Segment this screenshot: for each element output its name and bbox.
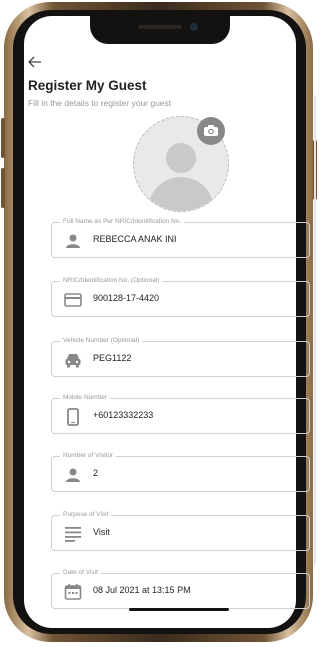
person-placeholder-icon: [166, 143, 196, 173]
person-placeholder-body: [148, 177, 214, 211]
full-name-label: Full Name as Per NRIC/Identification No.: [60, 217, 185, 227]
mobile-number-label: Mobile Number: [60, 393, 111, 403]
nric-value: 900128-17-4420: [93, 293, 160, 303]
nric-label: NRIC/Identification No. (Optional): [60, 276, 163, 286]
date-of-visit-field[interactable]: Date of Visit 08 Jul 2021 at 13:15 PM: [51, 568, 310, 609]
id-card-icon: [64, 293, 82, 307]
number-of-visitor-value: 2: [93, 468, 99, 478]
person-icon: [66, 234, 80, 248]
notes-icon: [65, 527, 81, 542]
back-icon[interactable]: [28, 55, 42, 72]
scrollbar[interactable]: [314, 95, 316, 565]
phone-notch: [90, 16, 230, 44]
full-name-field[interactable]: Full Name as Per NRIC/Identification No.…: [51, 217, 310, 258]
vehicle-number-field[interactable]: Vehicle Number (Optional) PEG1122: [51, 336, 310, 377]
purpose-of-visit-field[interactable]: Purpose of Visit Visit: [51, 510, 310, 551]
volume-up-button: [1, 118, 5, 158]
vehicle-number-label: Vehicle Number (Optional): [60, 336, 143, 346]
date-of-visit-value: 08 Jul 2021 at 13:15 PM: [93, 585, 191, 595]
calendar-icon: [64, 584, 82, 600]
phone-icon: [67, 408, 79, 426]
mobile-number-value: +60123332233: [93, 410, 154, 420]
number-of-visitor-field[interactable]: Number of Visitor 2: [51, 451, 310, 492]
front-camera: [190, 23, 198, 31]
vehicle-number-value: PEG1122: [93, 353, 132, 363]
car-icon: [65, 354, 81, 368]
person-icon: [66, 468, 80, 482]
mobile-number-field[interactable]: Mobile Number +60123332233: [51, 393, 310, 434]
nric-field[interactable]: NRIC/Identification No. (Optional) 90012…: [51, 276, 310, 317]
date-of-visit-label: Date of Visit: [60, 568, 101, 578]
number-of-visitor-label: Number of Visitor: [60, 451, 117, 461]
purpose-of-visit-label: Purpose of Visit: [60, 510, 112, 520]
purpose-of-visit-value: Visit: [93, 527, 110, 537]
page-subtitle: Fill in the details to register your gue…: [28, 98, 172, 108]
home-indicator[interactable]: [129, 608, 229, 611]
page-title: Register My Guest: [28, 78, 147, 93]
full-name-value: REBECCA ANAK INI: [93, 234, 177, 244]
camera-icon[interactable]: [197, 117, 225, 145]
speaker-grille: [138, 25, 182, 29]
volume-down-button: [1, 168, 5, 208]
